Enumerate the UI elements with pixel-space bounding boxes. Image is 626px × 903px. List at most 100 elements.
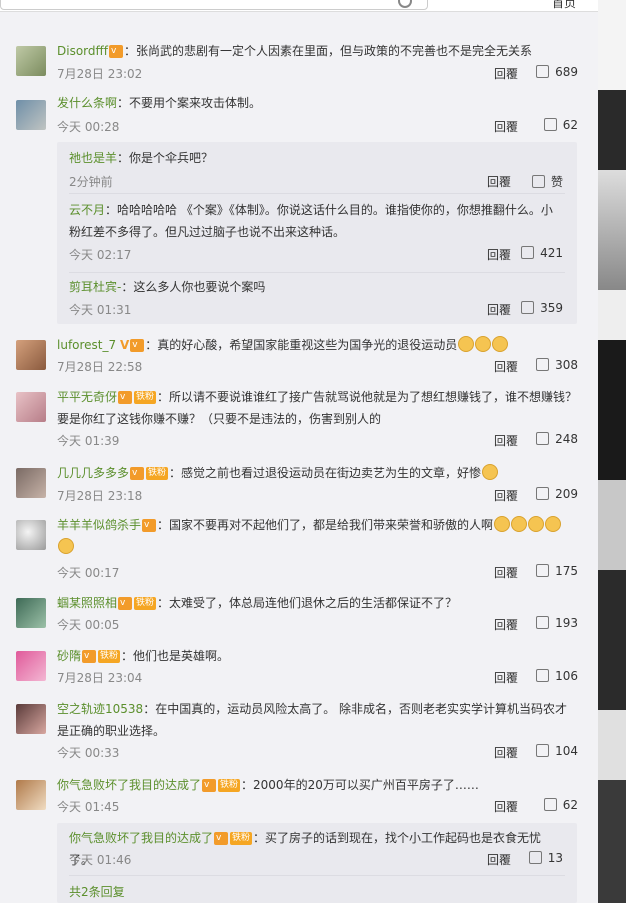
vip-badge-icon: v	[109, 45, 123, 58]
divider	[69, 272, 565, 273]
reply-thread: 祂也是羊：你是个伞兵吧？ 2分钟前 回覆 赞 云不月：哈哈哈哈哈 《个案》《体制…	[57, 142, 577, 324]
username[interactable]: 剪耳杜宾-	[69, 280, 121, 294]
username[interactable]: luforest_7	[57, 338, 116, 352]
reply-text: ：哈哈哈哈哈 《个案》《体制》。你说这话什么目的。谁指使你的，你想推翻什么。小粉…	[69, 203, 553, 239]
like-button[interactable]: 62	[543, 798, 578, 812]
thumbs-up-icon	[521, 246, 535, 259]
crying-emoji-icon	[511, 516, 528, 532]
reply-item: 剪耳杜宾-：这么多人你也要说个案吗 今天 01:31 回覆 359	[69, 276, 563, 322]
vip-badge-icon: v	[82, 650, 97, 663]
username[interactable]: 你气急败坏了我目的达成了	[57, 778, 201, 792]
avatar[interactable]	[16, 468, 46, 498]
like-button[interactable]: 106	[536, 669, 578, 683]
avatar[interactable]	[16, 704, 46, 734]
username[interactable]: 蝈某照照相	[57, 596, 117, 610]
username[interactable]: 祂也是羊	[69, 151, 117, 165]
avatar[interactable]	[16, 100, 46, 130]
username[interactable]: 空之轨迹10538	[57, 702, 143, 716]
avatar[interactable]	[16, 392, 46, 422]
reply-button[interactable]: 回覆	[494, 564, 518, 581]
reply-button[interactable]: 回覆	[487, 301, 511, 318]
divider	[69, 875, 565, 876]
comment-text: ：太难受了，体总局连他们退休之后的生活都保证不了？	[157, 596, 458, 610]
like-button[interactable]: 248	[536, 432, 578, 446]
sad-emoji-icon	[475, 336, 492, 352]
vip-badge-icon: v	[142, 519, 157, 532]
like-count: 62	[562, 118, 578, 132]
comment-time: 今天 00:17	[57, 566, 120, 580]
vip-badge-icon: v	[118, 391, 133, 404]
comment-time: 今天 00:05	[57, 618, 120, 632]
background-image	[598, 0, 626, 90]
reply-button[interactable]: 回覆	[494, 669, 518, 686]
background-image	[598, 570, 626, 710]
thumbs-up-icon	[536, 432, 550, 445]
crying-emoji-icon	[494, 516, 511, 532]
username[interactable]: 平平无奇伢	[57, 390, 117, 404]
reply-button[interactable]: 回覆	[494, 358, 518, 375]
avatar[interactable]	[16, 780, 46, 810]
like-button[interactable]: 62	[543, 118, 578, 132]
crying-emoji-icon	[58, 538, 74, 554]
avatar[interactable]	[16, 598, 46, 628]
comment-item: 羊羊羊似鸽杀手 v ：国家不要再对不起他们了，都是给我们带来荣誉和骄傲的人啊 今天 …	[0, 512, 598, 584]
username[interactable]: 砂隋	[57, 649, 81, 663]
more-replies-link[interactable]: 共2条回复	[69, 883, 125, 900]
reply-button[interactable]: 回覆	[487, 173, 511, 190]
sad-emoji-icon	[492, 336, 509, 352]
reply-button[interactable]: 回覆	[494, 65, 518, 82]
like-button[interactable]: 421	[521, 246, 563, 260]
reply-button[interactable]: 回覆	[494, 118, 518, 135]
username[interactable]: 羊羊羊似鸽杀手	[57, 518, 141, 532]
username[interactable]: 发什么条啊	[57, 96, 117, 110]
comment-item: 蝈某照照相 v 铁粉 ：太难受了，体总局连他们退休之后的生活都保证不了？ 今天 00:…	[0, 592, 598, 638]
reply-item: 祂也是羊：你是个伞兵吧？ 2分钟前 回覆 赞	[69, 147, 563, 193]
like-button[interactable]: 359	[521, 301, 563, 315]
like-button[interactable]: 赞	[531, 173, 563, 190]
comment-time: 今天 01:45	[57, 800, 120, 814]
like-button[interactable]: 209	[536, 487, 578, 501]
comment-text: ：国家不要再对不起他们了，都是给我们带来荣誉和骄傲的人啊	[157, 518, 494, 532]
vip-badge-icon: v	[130, 467, 145, 480]
fan-badge: 铁粉	[134, 391, 157, 404]
comment-text: ：不要用个案来攻击体制。	[117, 96, 262, 110]
reply-button[interactable]: 回覆	[494, 798, 518, 815]
reply-button[interactable]: 回覆	[494, 616, 518, 633]
search-input[interactable]	[0, 0, 428, 10]
like-button[interactable]: 308	[536, 358, 578, 372]
comment-feed: Disordfff v ：张尚武的悲剧有一定个人因素在里面，但与政策的不完善也不是完…	[0, 0, 598, 903]
like-button[interactable]: 175	[536, 564, 578, 578]
avatar[interactable]	[16, 46, 46, 76]
like-button[interactable]: 689	[536, 65, 578, 79]
reply-button[interactable]: 回覆	[494, 432, 518, 449]
reply-button[interactable]: 回覆	[487, 246, 511, 263]
avatar[interactable]	[16, 340, 46, 370]
username[interactable]: Disordfff	[57, 44, 108, 58]
reply-button[interactable]: 回覆	[494, 487, 518, 504]
fan-badge: 铁粉	[134, 597, 157, 610]
username[interactable]: 几几几多多多	[57, 466, 129, 480]
like-button[interactable]: 193	[536, 616, 578, 630]
avatar[interactable]	[16, 651, 46, 681]
thumbs-up-icon	[536, 487, 550, 500]
thumbs-up-icon	[531, 175, 545, 188]
avatar[interactable]	[16, 520, 46, 550]
username[interactable]: 你气急败坏了我目的达成了	[69, 831, 213, 845]
reply-button[interactable]: 回覆	[487, 851, 511, 868]
crying-emoji-icon	[528, 516, 545, 532]
like-button[interactable]: 13	[528, 851, 563, 865]
vip-badge-icon: v	[214, 832, 229, 845]
thumbs-up-icon	[536, 564, 550, 577]
like-count: 359	[540, 301, 563, 315]
like-count: 248	[555, 432, 578, 446]
home-link[interactable]: 首页	[552, 0, 576, 11]
reply-time: 今天 01:31	[69, 303, 132, 317]
background-image	[598, 780, 626, 903]
vip-badge-icon: v	[130, 339, 145, 352]
username[interactable]: 云不月	[69, 203, 105, 217]
reply-button[interactable]: 回覆	[494, 744, 518, 761]
background-image	[598, 340, 626, 480]
like-button[interactable]: 104	[536, 744, 578, 758]
like-count: 175	[555, 564, 578, 578]
reply-time: 2分钟前	[69, 175, 113, 189]
